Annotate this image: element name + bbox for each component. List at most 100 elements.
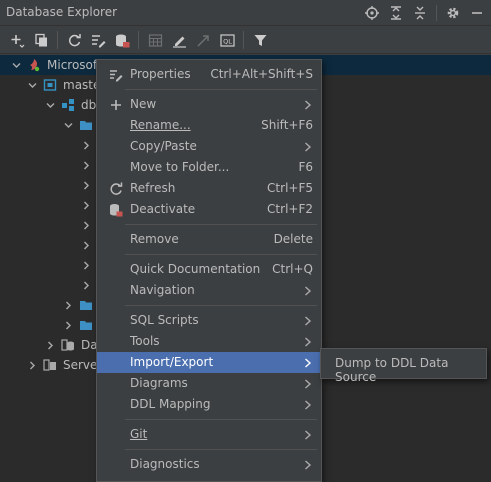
menu-item-navigation[interactable]: Navigation xyxy=(97,280,321,301)
menu-item-import-export[interactable]: Import/Export xyxy=(97,352,321,373)
jump-icon[interactable] xyxy=(192,29,214,51)
chevron-right-icon[interactable] xyxy=(80,239,92,251)
tool-window-title: Database Explorer xyxy=(6,5,118,19)
submenu-arrow-icon xyxy=(304,378,312,389)
menu-item-rename[interactable]: Rename... Shift+F6 xyxy=(97,115,321,136)
menu-item-label: Diagnostics xyxy=(130,457,200,471)
chevron-right-icon[interactable] xyxy=(62,319,74,331)
menu-item-label: Quick Documentation xyxy=(130,262,261,276)
refresh-icon[interactable] xyxy=(63,29,85,51)
chevron-right-icon[interactable] xyxy=(44,339,56,351)
menu-item-dump-to-ddl[interactable]: Dump to DDL Data Source xyxy=(321,353,486,384)
submenu-arrow-icon xyxy=(304,336,312,347)
database-objects-icon xyxy=(60,337,76,353)
menu-separator xyxy=(125,449,317,450)
menu-item-refresh[interactable]: Refresh Ctrl+F5 xyxy=(97,178,321,199)
menu-separator xyxy=(125,89,317,90)
chevron-right-icon[interactable] xyxy=(80,179,92,191)
menu-item-tools[interactable]: Tools xyxy=(97,331,321,352)
menu-item-move-to-folder[interactable]: Move to Folder... F6 xyxy=(97,157,321,178)
menu-item-label: Git xyxy=(130,427,148,441)
menu-item-label: Navigation xyxy=(130,283,195,297)
menu-item-shortcut: Ctrl+F5 xyxy=(267,181,313,195)
menu-item-shortcut: Shift+F6 xyxy=(261,118,313,132)
menu-item-deactivate[interactable]: Deactivate Ctrl+F2 xyxy=(97,199,321,220)
chevron-down-icon[interactable] xyxy=(62,119,74,131)
copy-icon[interactable] xyxy=(30,29,52,51)
menu-item-label: Deactivate xyxy=(130,202,196,216)
collapse-all-icon[interactable] xyxy=(410,3,430,23)
chevron-down-icon[interactable] xyxy=(10,59,22,71)
menu-item-diagrams[interactable]: Diagrams xyxy=(97,373,321,394)
submenu-arrow-icon xyxy=(304,357,312,368)
schema-icon xyxy=(60,97,76,113)
menu-item-label: Dump to DDL Data Source xyxy=(335,356,449,384)
menu-item-ddl-mapping[interactable]: DDL Mapping xyxy=(97,394,321,415)
submenu-arrow-icon xyxy=(304,99,312,110)
filter-icon[interactable] xyxy=(249,29,271,51)
submenu-arrow-icon xyxy=(304,141,312,152)
database-icon xyxy=(42,77,58,93)
edit-icon[interactable] xyxy=(168,29,190,51)
menu-item-label: Copy/Paste xyxy=(130,139,197,153)
menu-item-shortcut: F6 xyxy=(298,160,313,174)
menu-item-label: DDL Mapping xyxy=(130,397,211,411)
chevron-right-icon[interactable] xyxy=(80,199,92,211)
folder-icon xyxy=(78,297,94,313)
menu-item-git[interactable]: Git xyxy=(97,424,321,445)
refresh-icon xyxy=(108,181,124,197)
menu-item-sql-scripts[interactable]: SQL Scripts xyxy=(97,310,321,331)
menu-item-shortcut: Ctrl+Alt+Shift+S xyxy=(210,67,313,81)
menu-separator xyxy=(125,419,317,420)
menu-item-label: Rename... xyxy=(130,118,191,132)
separator xyxy=(243,31,244,49)
separator xyxy=(138,31,139,49)
menu-separator xyxy=(125,254,317,255)
tree-node-label: maste xyxy=(63,78,101,92)
chevron-down-icon[interactable] xyxy=(44,99,56,111)
chevron-right-icon[interactable] xyxy=(80,159,92,171)
menu-item-new[interactable]: New xyxy=(97,94,321,115)
chevron-right-icon[interactable] xyxy=(80,279,92,291)
chevron-right-icon[interactable] xyxy=(80,139,92,151)
menu-item-copy-paste[interactable]: Copy/Paste xyxy=(97,136,321,157)
chevron-right-icon[interactable] xyxy=(26,359,38,371)
folder-icon xyxy=(78,317,94,333)
menu-item-properties[interactable]: Properties Ctrl+Alt+Shift+S xyxy=(97,64,321,85)
ql-console-icon[interactable]: QL xyxy=(216,29,238,51)
chevron-right-icon[interactable] xyxy=(80,259,92,271)
import-export-submenu: Dump to DDL Data Source xyxy=(320,348,487,384)
plus-icon xyxy=(108,97,124,113)
submenu-arrow-icon xyxy=(304,315,312,326)
minimize-icon[interactable] xyxy=(467,3,487,23)
context-menu: Properties Ctrl+Alt+Shift+S New Rename..… xyxy=(96,59,322,482)
menu-separator xyxy=(125,305,317,306)
submenu-arrow-icon xyxy=(304,399,312,410)
sql-server-icon xyxy=(26,57,42,73)
add-icon[interactable] xyxy=(6,29,28,51)
folder-icon xyxy=(78,117,94,133)
menu-item-label: Move to Folder... xyxy=(130,160,230,174)
table-icon[interactable] xyxy=(144,29,166,51)
properties-icon[interactable] xyxy=(87,29,109,51)
menu-separator xyxy=(125,224,317,225)
deactivate-icon[interactable] xyxy=(111,29,133,51)
menu-item-quick-documentation[interactable]: Quick Documentation Ctrl+Q xyxy=(97,259,321,280)
chevron-right-icon[interactable] xyxy=(80,219,92,231)
crosshair-icon[interactable] xyxy=(362,3,382,23)
menu-item-remove[interactable]: Remove Delete xyxy=(97,229,321,250)
chevron-down-icon[interactable] xyxy=(26,79,38,91)
menu-item-diagnostics[interactable]: Diagnostics xyxy=(97,454,321,475)
menu-item-label: Refresh xyxy=(130,181,176,195)
expand-all-icon[interactable] xyxy=(386,3,406,23)
properties-icon xyxy=(108,67,124,83)
menu-item-label: Properties xyxy=(130,67,191,81)
tree-node-label: db xyxy=(81,98,97,112)
submenu-arrow-icon xyxy=(304,459,312,470)
chevron-right-icon[interactable] xyxy=(62,299,74,311)
gear-icon[interactable] xyxy=(443,3,463,23)
explorer-toolbar: QL xyxy=(0,27,491,54)
separator xyxy=(57,31,58,49)
menu-item-shortcut: Ctrl+Q xyxy=(272,262,313,276)
menu-item-label: SQL Scripts xyxy=(130,313,199,327)
